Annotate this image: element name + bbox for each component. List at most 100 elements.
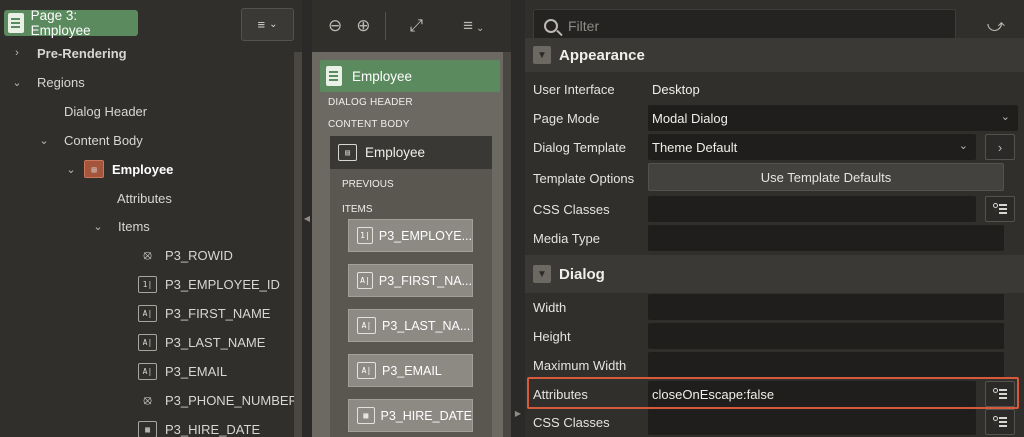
width-input[interactable] [648, 294, 1004, 320]
items-slot[interactable]: ITEMS [342, 204, 373, 215]
template-options-button[interactable]: Use Template Defaults [648, 163, 1004, 191]
page-node[interactable]: Page 3: Employee [4, 8, 138, 38]
tree-label: P3_ROWID [165, 247, 233, 263]
layout-item-card[interactable]: A| P3_EMAIL [348, 354, 473, 387]
region-icon: ▤ [338, 144, 357, 161]
layout-page-label: Employee [352, 68, 413, 84]
user-interface-value: Desktop [652, 82, 700, 97]
zoom-out-icon[interactable]: ⊖ [328, 16, 342, 36]
media-type-input[interactable] [648, 225, 1004, 251]
chevron-down-icon: ⌄ [958, 140, 968, 152]
layout-item-label: P3_EMAIL [382, 363, 442, 378]
tree-item-node[interactable]: ⦻ P3_PHONE_NUMBER [138, 388, 298, 412]
tree-menu-button[interactable]: ≡ ⌄ [241, 8, 294, 41]
tree-node-attributes[interactable]: Attributes [117, 186, 172, 210]
css-classes-picker-button[interactable] [985, 196, 1015, 222]
dialog-css-classes-label: CSS Classes [533, 415, 610, 430]
tree-node-regions[interactable]: ⌄ Regions [10, 70, 85, 94]
region-icon: ▤ [84, 160, 104, 178]
dialog-group-header[interactable]: ▼ Dialog [525, 255, 1024, 293]
tree-node-content-body[interactable]: ⌄ Content Body [37, 128, 143, 152]
chevron-down-icon: ▼ [533, 265, 551, 283]
tree-node-pre-rendering[interactable]: › Pre-Rendering [10, 41, 126, 65]
width-label: Width [533, 300, 567, 315]
layout-item-card[interactable]: ▦ P3_HIRE_DATE [348, 399, 473, 432]
tree-label: P3_HIRE_DATE [165, 421, 261, 437]
text-item-icon: A| [357, 272, 373, 289]
tree-label: Dialog Header [64, 103, 148, 119]
tree-label: P3_FIRST_NAME [165, 305, 271, 321]
text-item-icon: A| [357, 317, 376, 334]
left-splitter[interactable]: ◀ [302, 0, 312, 437]
media-type-label: Media Type [533, 231, 600, 246]
layout-item-card[interactable]: A| P3_FIRST_NA... [348, 264, 473, 297]
previous-slot[interactable]: PREVIOUS [342, 179, 394, 190]
text-item-icon: A| [357, 362, 376, 379]
tree-node-dialog-header[interactable]: Dialog Header [64, 99, 147, 123]
chevron-down-icon[interactable]: ⌄ [91, 220, 105, 233]
layout-toolbar: ⊖ ⊕ ⤢ ≡ ⌄ [312, 0, 511, 52]
layout-item-card[interactable]: A| P3_LAST_NA... [348, 309, 473, 342]
collapse-left-icon[interactable]: ◀ [304, 214, 310, 223]
tree-item-node[interactable]: A| P3_EMAIL [138, 359, 227, 383]
user-interface-label: User Interface [533, 82, 615, 97]
date-item-icon: ▦ [357, 407, 375, 424]
expand-icon[interactable]: ⤢ [410, 16, 424, 36]
zoom-in-icon[interactable]: ⊕ [356, 16, 370, 36]
go-to-template-button[interactable]: › [985, 134, 1015, 160]
tree-node-items[interactable]: ⌄ Items [91, 214, 149, 238]
dialog-template-value: Theme Default [652, 139, 738, 155]
collapse-right-icon[interactable]: ▶ [515, 409, 521, 418]
chevron-down-icon[interactable]: ⌄ [10, 76, 24, 89]
chevron-down-icon[interactable]: ⌄ [64, 163, 78, 176]
maximum-width-input[interactable] [648, 352, 1004, 378]
tree-label: Regions [37, 74, 85, 90]
layout-scrollbar[interactable] [503, 52, 511, 437]
tree-label: Attributes [117, 190, 172, 206]
tree-item-node[interactable]: A| P3_FIRST_NAME [138, 301, 270, 325]
return-arrow-icon: ⤻ [986, 16, 1006, 35]
dialog-css-classes-input[interactable] [648, 409, 976, 435]
tree-item-node[interactable]: ⦻ P3_ROWID [138, 243, 233, 267]
right-splitter[interactable]: ▶ [511, 0, 525, 437]
height-input[interactable] [648, 323, 1004, 349]
css-classes-input[interactable] [648, 196, 976, 222]
tree-node-employee-region[interactable]: ⌄ ▤ Employee [64, 157, 173, 181]
chevron-down-icon: ▼ [533, 46, 551, 64]
dialog-template-select[interactable]: Theme Default ⌄ [648, 134, 976, 160]
tree-label: Content Body [64, 132, 143, 148]
property-editor: Filter ⤻ ▼ Appearance User Interface Des… [525, 0, 1024, 437]
tree-scrollbar[interactable] [294, 52, 302, 437]
dialog-heading: Dialog [559, 265, 605, 283]
hamburger-icon: ≡ [257, 17, 266, 32]
tree-item-node[interactable]: A| P3_LAST_NAME [138, 330, 265, 354]
tree-item-node[interactable]: ▦ P3_HIRE_DATE [138, 417, 260, 437]
layout-panel: ⊖ ⊕ ⤢ ≡ ⌄ Employee DIALOG HEADER CONTENT … [312, 0, 511, 437]
layout-page-node[interactable]: Employee [320, 60, 500, 92]
hidden-item-icon: ⦻ [143, 247, 152, 263]
layout-item-card[interactable]: 1| P3_EMPLOYE... [348, 219, 473, 252]
tree-item-node[interactable]: 1| P3_EMPLOYEE_ID [138, 272, 280, 296]
dialog-header-slot[interactable]: DIALOG HEADER [328, 97, 413, 108]
layout-item-label: P3_FIRST_NA... [378, 273, 472, 288]
tree-label: P3_EMPLOYEE_ID [165, 276, 280, 292]
chevron-right-icon[interactable]: › [10, 47, 24, 59]
text-item-icon: A| [138, 304, 157, 322]
dialog-css-classes-picker-button[interactable] [985, 409, 1015, 435]
page-mode-select[interactable]: Modal Dialog ⌄ [648, 105, 1018, 131]
page-tree-panel: Page 3: Employee ≡ ⌄ › Pre-Rendering ⌄ R… [0, 0, 302, 437]
number-item-icon: 1| [357, 227, 373, 244]
layout-item-label: P3_HIRE_DATE [380, 408, 472, 423]
layout-region-employee[interactable]: ▤ Employee [330, 136, 492, 169]
tree-label: P3_EMAIL [165, 363, 228, 379]
appearance-group-header[interactable]: ▼ Appearance [525, 38, 1024, 72]
hidden-item-icon: ⦻ [143, 392, 152, 408]
content-body-slot[interactable]: CONTENT BODY [328, 119, 410, 130]
search-icon [544, 19, 558, 33]
chevron-down-icon[interactable]: ⌄ [37, 134, 51, 147]
attributes-highlight [527, 377, 1019, 409]
layout-menu-icon[interactable]: ≡ ⌄ [463, 16, 484, 36]
appearance-heading: Appearance [559, 46, 645, 64]
tree-label: P3_LAST_NAME [165, 334, 266, 350]
dialog-template-label: Dialog Template [533, 140, 626, 155]
